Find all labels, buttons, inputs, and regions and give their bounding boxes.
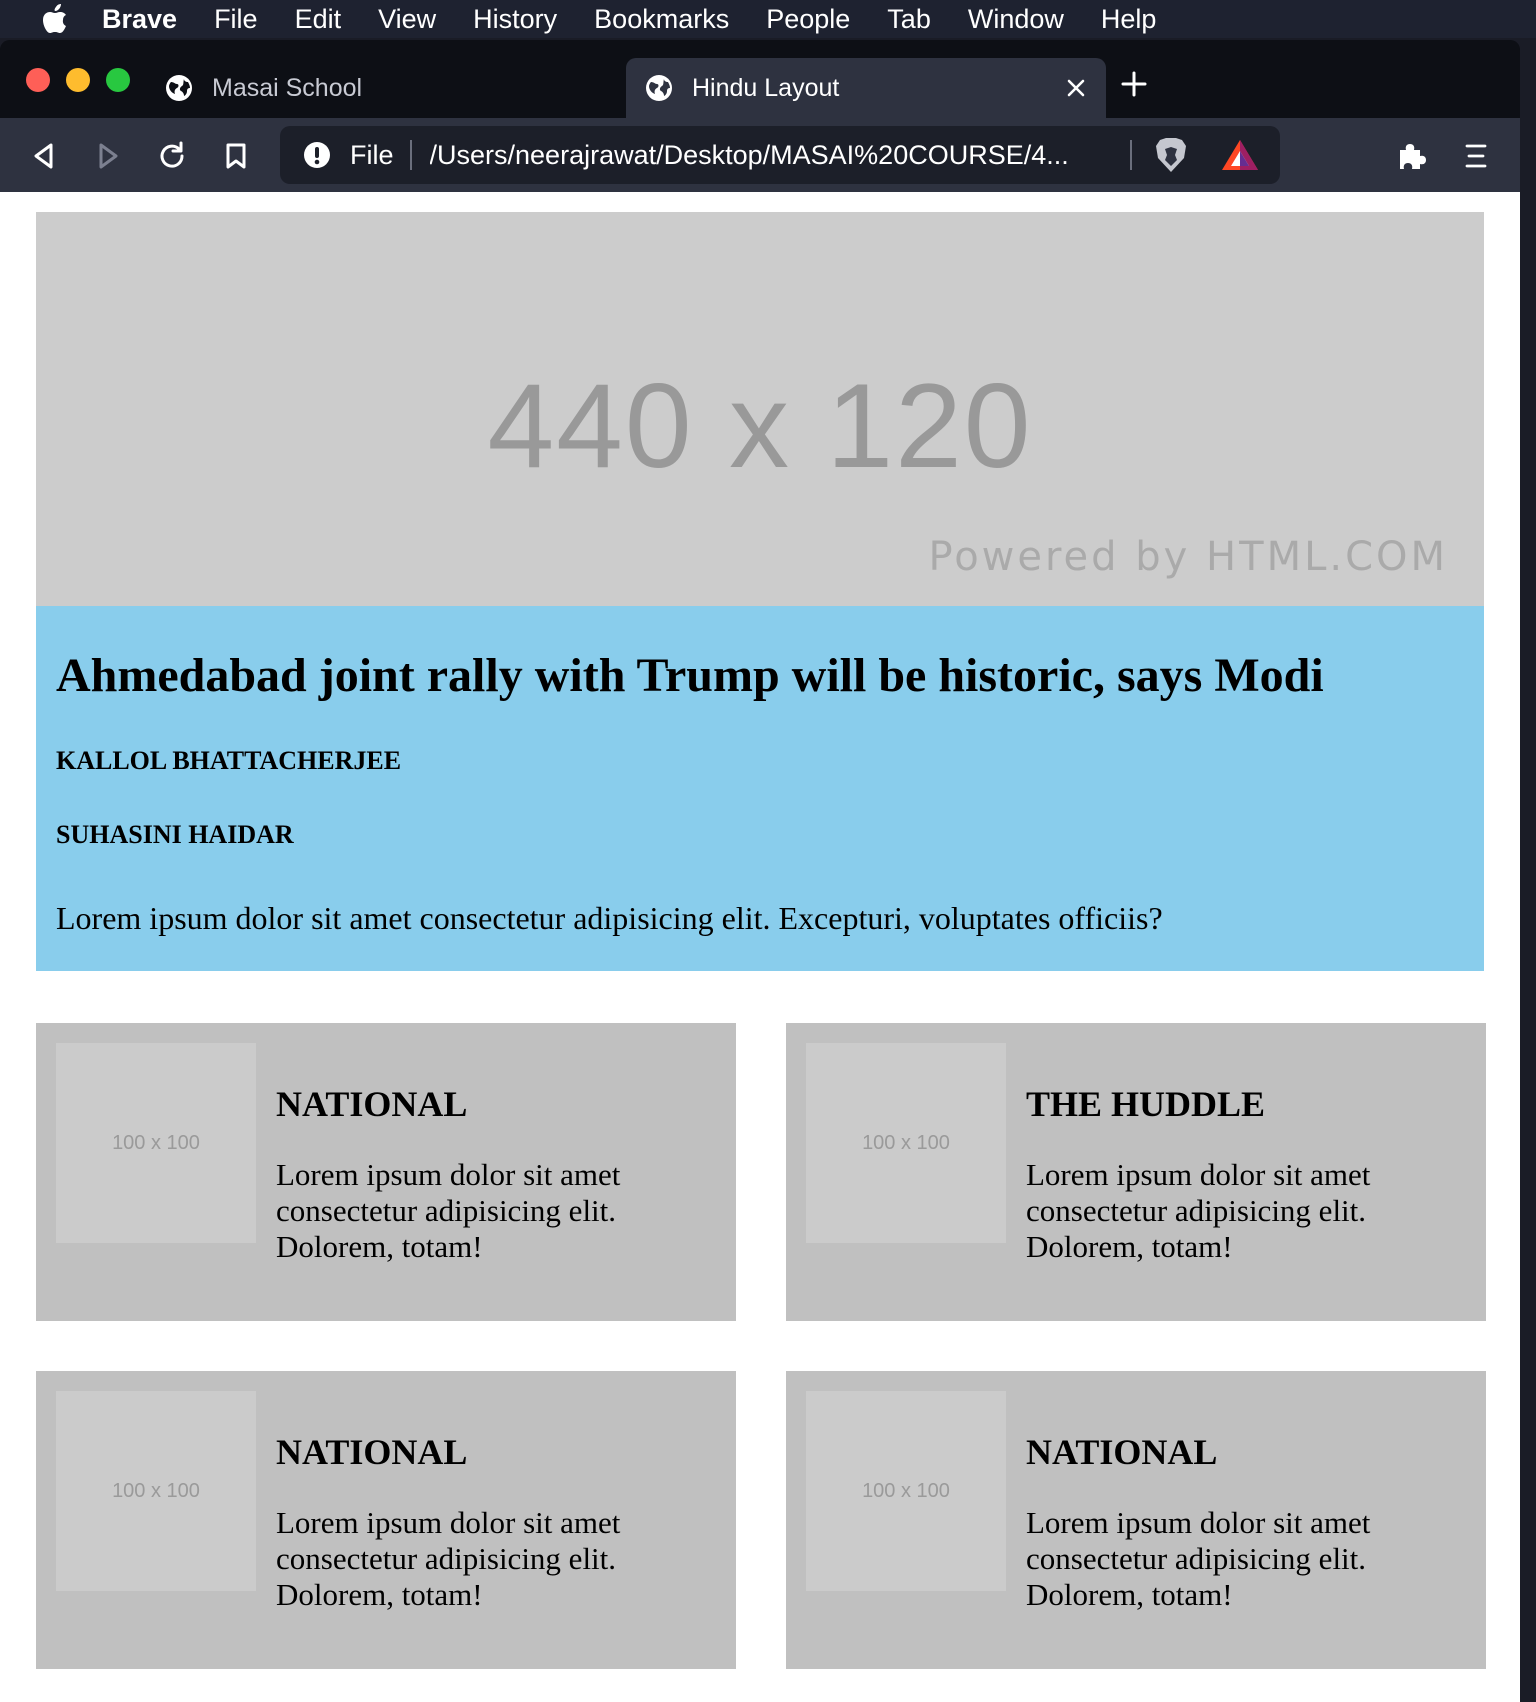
menu-edit[interactable]: Edit xyxy=(295,4,342,35)
web-page: 440 x 120 Powered by HTML.COM Ahmedabad … xyxy=(0,192,1520,1702)
article-author: SUHASINI HAIDAR xyxy=(56,820,294,849)
news-card: 100 x 100 THE HUDDLE Lorem ipsum dolor s… xyxy=(786,1023,1486,1321)
banner-placeholder-image: 440 x 120 Powered by HTML.COM xyxy=(36,212,1484,606)
zoom-window-button[interactable] xyxy=(106,68,130,92)
menu-app-name[interactable]: Brave xyxy=(102,4,177,35)
card-title: NATIONAL xyxy=(276,1084,468,1124)
extensions-puzzle-icon[interactable] xyxy=(1392,136,1432,176)
url-text[interactable]: /Users/neerajrawat/Desktop/MASAI%20COURS… xyxy=(430,140,1120,171)
tab-hindu-layout[interactable]: Hindu Layout xyxy=(626,58,1106,118)
tab-strip: Masai School Hindu Layout xyxy=(0,40,1520,118)
bookmark-icon[interactable] xyxy=(216,136,256,176)
apple-icon[interactable] xyxy=(40,3,70,35)
globe-icon xyxy=(166,75,192,101)
url-scheme-label: File xyxy=(350,139,394,170)
banner-size-text: 440 x 120 xyxy=(487,359,1033,493)
card-title: NATIONAL xyxy=(1026,1432,1218,1472)
menu-window[interactable]: Window xyxy=(968,4,1064,35)
browser-window: Masai School Hindu Layout File /Users/ne… xyxy=(0,40,1520,1702)
card-thumbnail: 100 x 100 xyxy=(56,1391,256,1591)
article-headline: Ahmedabad joint rally with Trump will be… xyxy=(56,649,1324,702)
brave-shield-icon[interactable] xyxy=(1154,136,1188,174)
card-text: Lorem ipsum dolor sit amet consectetur a… xyxy=(276,1505,621,1612)
browser-toolbar: File /Users/neerajrawat/Desktop/MASAI%20… xyxy=(0,118,1520,192)
minimize-window-button[interactable] xyxy=(66,68,90,92)
tab-title: Hindu Layout xyxy=(692,73,840,102)
close-window-button[interactable] xyxy=(26,68,50,92)
news-card: 100 x 100 NATIONAL Lorem ipsum dolor sit… xyxy=(36,1023,736,1321)
tab-masai-school[interactable]: Masai School xyxy=(164,58,624,118)
menu-file[interactable]: File xyxy=(214,4,258,35)
back-icon[interactable] xyxy=(24,136,64,176)
news-card: 100 x 100 NATIONAL Lorem ipsum dolor sit… xyxy=(36,1371,736,1669)
card-title: NATIONAL xyxy=(276,1432,468,1472)
banner-powered-text: Powered by HTML.COM xyxy=(928,534,1448,580)
url-separator xyxy=(409,140,412,170)
globe-icon xyxy=(646,75,672,101)
article-body: Lorem ipsum dolor sit amet consectetur a… xyxy=(56,900,1163,936)
menu-tab[interactable]: Tab xyxy=(887,4,931,35)
card-thumbnail: 100 x 100 xyxy=(56,1043,256,1243)
menu-history[interactable]: History xyxy=(473,4,557,35)
menu-help[interactable]: Help xyxy=(1101,4,1157,35)
macos-menu-bar: Brave File Edit View History Bookmarks P… xyxy=(0,0,1536,38)
close-tab-icon[interactable] xyxy=(1060,72,1092,104)
card-text: Lorem ipsum dolor sit amet consectetur a… xyxy=(1026,1157,1371,1264)
menu-bookmarks[interactable]: Bookmarks xyxy=(594,4,729,35)
menu-people[interactable]: People xyxy=(766,4,850,35)
card-text: Lorem ipsum dolor sit amet consectetur a… xyxy=(276,1157,621,1264)
brave-rewards-icon[interactable] xyxy=(1220,138,1260,172)
article-author: KALLOL BHATTACHERJEE xyxy=(56,746,402,775)
card-text: Lorem ipsum dolor sit amet consectetur a… xyxy=(1026,1505,1371,1612)
card-thumbnail: 100 x 100 xyxy=(806,1043,1006,1243)
reload-icon[interactable] xyxy=(152,136,192,176)
news-card: 100 x 100 NATIONAL Lorem ipsum dolor sit… xyxy=(786,1371,1486,1669)
lead-article: Ahmedabad joint rally with Trump will be… xyxy=(36,606,1484,971)
card-thumbnail: 100 x 100 xyxy=(806,1391,1006,1591)
card-title: THE HUDDLE xyxy=(1026,1084,1266,1124)
menu-hamburger-icon[interactable] xyxy=(1456,136,1496,176)
url-separator xyxy=(1129,140,1132,170)
info-icon[interactable] xyxy=(302,140,332,170)
tab-title: Masai School xyxy=(212,73,363,102)
forward-icon[interactable] xyxy=(88,136,128,176)
new-tab-plus-icon[interactable] xyxy=(1118,68,1150,100)
address-bar[interactable]: File /Users/neerajrawat/Desktop/MASAI%20… xyxy=(280,126,1280,184)
menu-view[interactable]: View xyxy=(378,4,436,35)
